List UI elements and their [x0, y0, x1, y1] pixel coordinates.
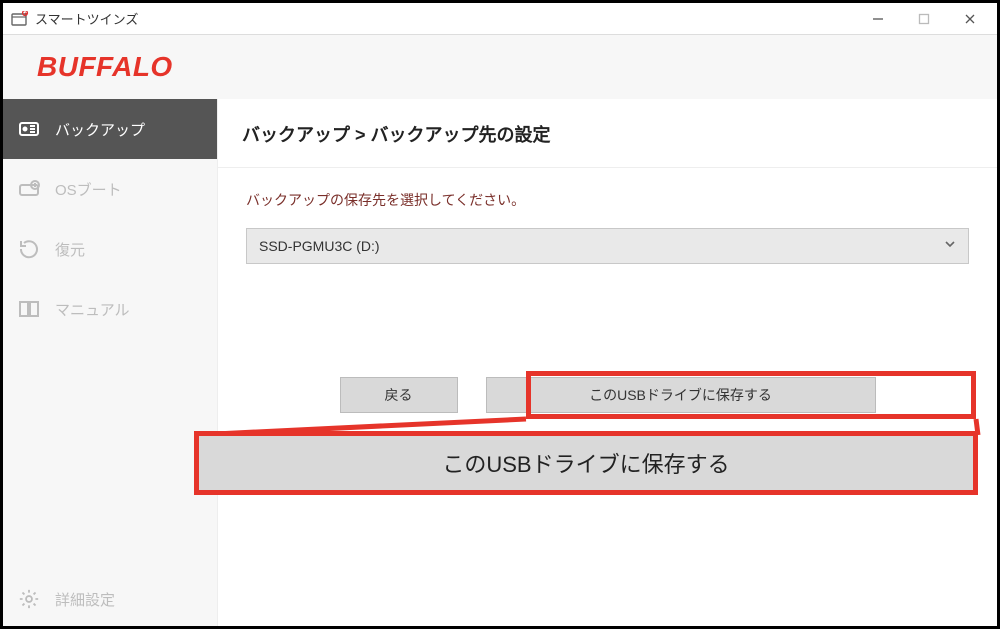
title-left: スマートツインズ	[11, 9, 138, 28]
sidebar-item-backup[interactable]: バックアップ	[3, 99, 217, 159]
app-window: スマートツインズ BUFFALO	[0, 0, 1000, 629]
disk-icon	[17, 117, 41, 141]
gear-icon	[17, 587, 41, 611]
save-usb-button[interactable]: このUSBドライブに保存する	[486, 377, 876, 413]
sidebar-item-osboot[interactable]: OSブート	[3, 159, 217, 219]
highlight-large-save-button: このUSBドライブに保存する	[194, 431, 978, 495]
select-value: SSD-PGMU3C (D:)	[259, 238, 380, 254]
sidebar-item-label: 復元	[55, 239, 85, 260]
sidebar-item-manual[interactable]: マニュアル	[3, 279, 217, 339]
app-icon	[11, 11, 29, 26]
sidebar-item-label: OSブート	[55, 179, 122, 200]
sidebar-item-settings[interactable]: 詳細設定	[3, 578, 217, 626]
breadcrumb: バックアップ > バックアップ先の設定	[218, 99, 997, 168]
maximize-button[interactable]	[901, 4, 947, 34]
brand-bar: BUFFALO	[3, 35, 997, 99]
sidebar-item-label: マニュアル	[55, 299, 130, 320]
sidebar-item-label: 詳細設定	[55, 589, 115, 610]
window-controls	[855, 4, 993, 34]
body: バックアップ OSブート	[3, 99, 997, 626]
window-title: スマートツインズ	[35, 9, 138, 28]
close-button[interactable]	[947, 4, 993, 34]
title-bar: スマートツインズ	[3, 3, 997, 35]
save-usb-button-label: このUSBドライブに保存する	[589, 385, 772, 405]
sidebar-item-label: バックアップ	[55, 119, 145, 140]
book-icon	[17, 297, 41, 321]
sidebar-item-restore[interactable]: 復元	[3, 219, 217, 279]
highlight-large-label: このUSBドライブに保存する	[442, 447, 729, 479]
sidebar: バックアップ OSブート	[3, 99, 217, 626]
restore-icon	[17, 237, 41, 261]
minimize-button[interactable]	[855, 4, 901, 34]
chevron-down-icon	[944, 237, 956, 255]
brand-logo: BUFFALO	[37, 51, 173, 83]
instruction-text: バックアップの保存先を選択してください。	[218, 168, 997, 228]
back-button[interactable]: 戻る	[340, 377, 458, 413]
boot-icon	[17, 177, 41, 201]
back-button-label: 戻る	[385, 385, 413, 405]
button-row: 戻る このUSBドライブに保存する	[218, 377, 997, 413]
main-content: バックアップ > バックアップ先の設定 バックアップの保存先を選択してください。…	[217, 99, 997, 626]
destination-select[interactable]: SSD-PGMU3C (D:)	[246, 228, 969, 264]
